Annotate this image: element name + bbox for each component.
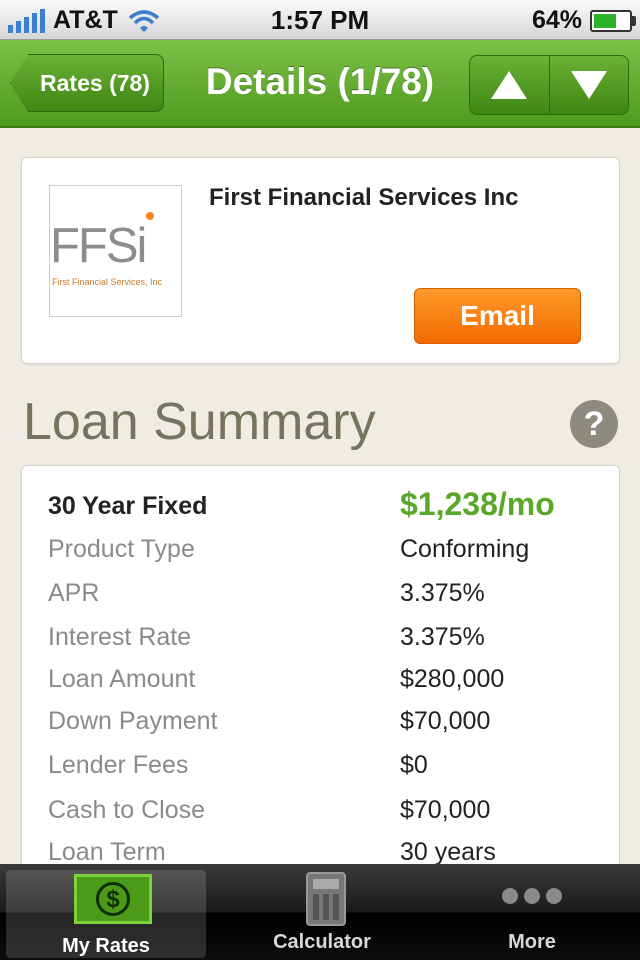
tab-label: My Rates [62, 935, 150, 957]
tab-bar: $ My Rates Calculator More [0, 864, 640, 960]
summary-row: Down Payment $70,000 [22, 707, 619, 747]
lender-name: First Financial Services Inc [209, 184, 519, 211]
summary-row: Lender Fees $0 [22, 751, 619, 791]
page-title: Details (1/78) [205, 61, 435, 102]
summary-row: Loan Amount $280,000 [22, 665, 619, 705]
help-icon[interactable]: ? [570, 400, 618, 448]
row-value: $70,000 [400, 796, 491, 824]
lender-card: FFSi First Financial Services, Inc First… [21, 157, 620, 364]
row-value: $0 [400, 751, 428, 779]
row-value: 30 years [400, 838, 496, 866]
row-label: Down Payment [48, 707, 218, 735]
monthly-payment: $1,238/mo [400, 486, 555, 522]
calculator-icon [306, 872, 346, 926]
email-button[interactable]: Email [414, 288, 581, 344]
row-value: 3.375% [400, 579, 485, 607]
row-label: Lender Fees [48, 751, 189, 779]
row-value: $70,000 [400, 707, 491, 735]
logo-text: FFSi [50, 219, 147, 273]
summary-row: Interest Rate 3.375% [22, 623, 619, 663]
money-icon: $ [74, 874, 152, 924]
row-value: $280,000 [400, 665, 505, 693]
summary-row: Product Type Conforming [22, 535, 619, 575]
row-label: Interest Rate [48, 623, 192, 651]
logo-subtext: First Financial Services, Inc [52, 277, 163, 287]
record-stepper [469, 55, 629, 115]
row-label: APR [48, 579, 100, 607]
summary-row: Cash to Close $70,000 [22, 796, 619, 836]
tab-calculator[interactable]: Calculator [222, 864, 422, 960]
previous-button[interactable] [470, 56, 549, 114]
more-icon [432, 888, 632, 904]
status-bar: AT&T 1:57 PM 64% [0, 0, 640, 40]
logo-dot [146, 212, 154, 220]
loan-summary-card: 30 Year Fixed $1,238/mo Product Type Con… [21, 465, 620, 886]
summary-header-row: 30 Year Fixed $1,238/mo [22, 486, 619, 532]
section-title: Loan Summary [23, 393, 376, 451]
summary-row: APR 3.375% [22, 579, 619, 619]
lender-logo: FFSi First Financial Services, Inc [49, 185, 182, 317]
next-button[interactable] [548, 56, 629, 114]
navigation-bar: Rates (78) Details (1/78) [0, 40, 640, 128]
tab-more[interactable]: More [432, 864, 632, 960]
tab-label: More [508, 931, 556, 953]
back-to-rates-button[interactable]: Rates (78) [10, 54, 164, 112]
arrow-up-icon [491, 71, 528, 99]
tab-my-rates[interactable]: $ My Rates [6, 870, 206, 958]
row-label: Cash to Close [48, 796, 206, 824]
battery-percent: 64% [531, 6, 582, 34]
row-label: Loan Amount [48, 665, 196, 693]
tab-label: Calculator [273, 931, 371, 953]
row-label: Product Type [48, 535, 195, 563]
arrow-down-icon [570, 71, 607, 99]
row-value: Conforming [400, 535, 530, 563]
battery-icon [590, 9, 636, 32]
row-label: Loan Term [48, 838, 166, 866]
product-name: 30 Year Fixed [48, 492, 208, 520]
row-value: 3.375% [400, 623, 485, 651]
